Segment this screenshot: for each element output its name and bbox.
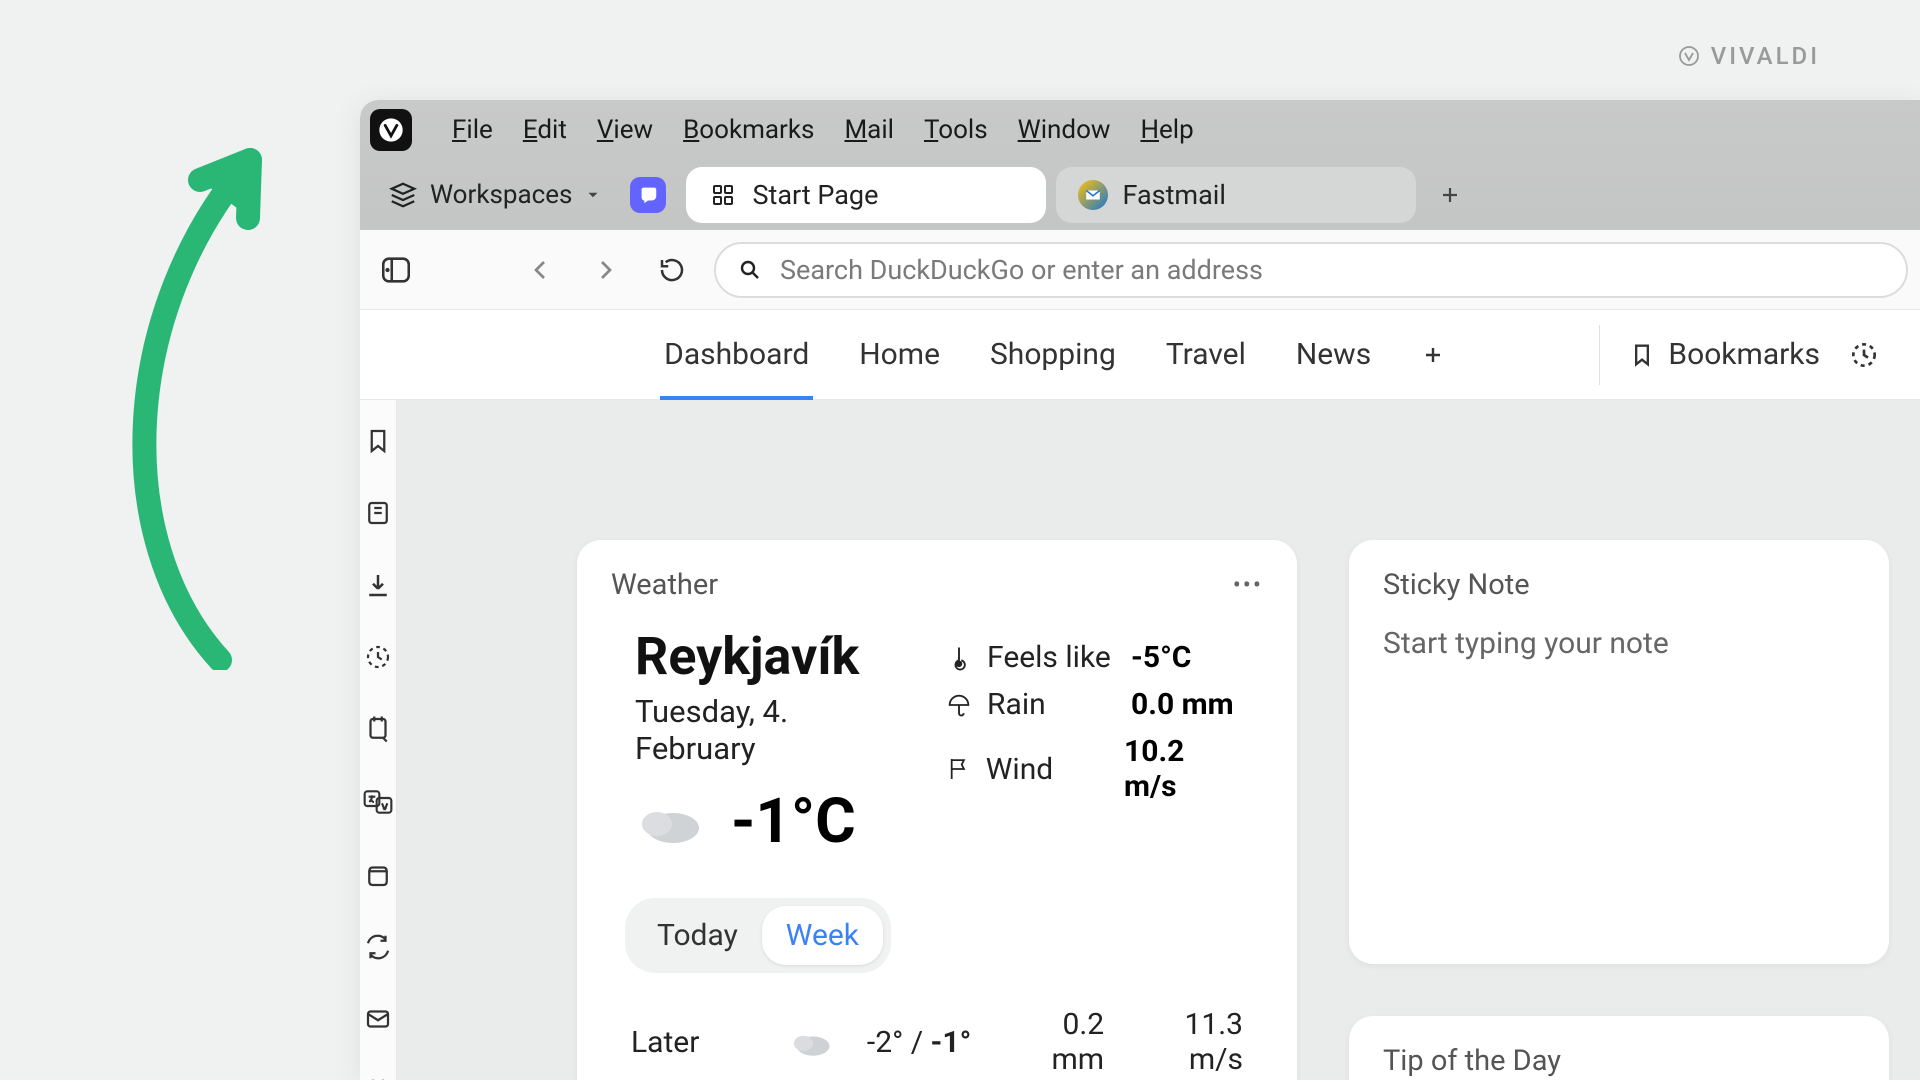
nav-forward-button[interactable] [582,246,630,294]
panel-notes-icon[interactable] [360,714,396,744]
startpage-nav: Dashboard Home Shopping Travel News Book… [360,310,1920,400]
bookmarks-label: Bookmarks [1668,337,1820,372]
menu-tools[interactable]: Tools [924,115,988,145]
address-search-field[interactable]: Search DuckDuckGo or enter an address [714,242,1908,298]
forecast-when: Later [631,1025,757,1060]
menu-bar: File Edit View Bookmarks Mail Tools Wind… [360,100,1920,160]
toggle-today[interactable]: Today [633,906,762,965]
rain-value: 0.0 mm [1131,687,1234,722]
vivaldi-brand: VIVALDI [1677,42,1820,70]
annotation-arrow [100,100,300,670]
new-tab-button[interactable] [1426,171,1474,219]
navtab-news[interactable]: News [1292,310,1375,400]
browser-window: File Edit View Bookmarks Mail Tools Wind… [360,100,1920,1080]
grid-icon [708,180,738,210]
address-bar-row: Search DuckDuckGo or enter an address [360,230,1920,310]
workspaces-button[interactable]: Workspaces [370,180,620,210]
vivaldi-icon[interactable] [370,109,412,151]
forecast-rain: 0.2 mm [1004,1007,1105,1077]
chrome-header: File Edit View Bookmarks Mail Tools Wind… [360,100,1920,230]
forecast-toggle: Today Week [625,898,891,973]
tab-label: Start Page [752,179,878,211]
weather-date: Tuesday, 4. February [635,693,905,767]
navtab-dashboard[interactable]: Dashboard [660,310,813,400]
weather-title: Weather [611,568,718,602]
navtab-add[interactable] [1417,310,1449,400]
panel-mail-icon[interactable] [360,1004,396,1034]
content-row: Weather ••• Reykjavík Tuesday, 4. Februa… [360,400,1920,1080]
wind-label: Wind [986,752,1110,787]
menu-edit[interactable]: Edit [523,115,567,145]
menu-file[interactable]: File [452,115,493,145]
panel-translate-icon[interactable] [360,786,396,818]
cloud-icon [635,798,705,846]
nav-back-button[interactable] [516,246,564,294]
dashboard-main: Weather ••• Reykjavík Tuesday, 4. Februa… [397,400,1920,1080]
weather-menu-icon[interactable]: ••• [1233,571,1263,599]
mastodon-icon [630,177,666,213]
fastmail-icon [1078,180,1108,210]
navtab-travel[interactable]: Travel [1162,310,1250,400]
tab-label: Fastmail [1122,179,1225,211]
bookmark-icon [1628,341,1656,369]
cloud-icon [787,1025,835,1059]
address-placeholder: Search DuckDuckGo or enter an address [780,254,1263,286]
umbrella-icon [945,691,973,719]
panel-history-icon[interactable] [360,642,396,672]
weather-city: Reykjavík [635,626,905,687]
pinned-mastodon[interactable] [630,177,676,213]
workspaces-label: Workspaces [430,180,572,210]
flag-icon [945,755,972,783]
thermometer-icon [945,644,973,672]
chevron-down-icon [584,186,602,204]
navtab-shopping[interactable]: Shopping [986,310,1120,400]
toggle-week[interactable]: Week [762,906,883,965]
side-panel [360,400,397,1080]
menu-help[interactable]: Help [1140,115,1193,145]
sticky-input[interactable]: Start typing your note [1383,626,1855,936]
tip-title: Tip of the Day [1383,1044,1561,1078]
sticky-title: Sticky Note [1383,568,1530,602]
menu-mail[interactable]: Mail [844,115,894,145]
search-icon [738,258,762,282]
panel-bookmarks-icon[interactable] [360,426,396,456]
bookmarks-bar-toggle[interactable]: Bookmarks [1599,325,1820,385]
menu-bookmarks[interactable]: Bookmarks [683,115,814,145]
history-shortcut[interactable] [1848,339,1880,371]
forecast-temps: -2° / -1° [865,1025,974,1060]
menu-view[interactable]: View [597,115,653,145]
brand-text: VIVALDI [1711,42,1820,70]
history-icon [1848,339,1880,371]
sticky-note-widget: Sticky Note Start typing your note [1349,540,1889,964]
feels-value: -5°C [1131,640,1191,675]
tab-fastmail[interactable]: Fastmail [1056,167,1416,223]
reload-button[interactable] [648,246,696,294]
panel-reading-icon[interactable] [360,498,396,528]
rain-label: Rain [987,687,1117,722]
forecast-wind: 11.3 m/s [1134,1007,1243,1077]
menu-window[interactable]: Window [1018,115,1111,145]
panel-downloads-icon[interactable] [360,570,396,600]
forecast-list: Later -2° / -1° 0.2 mm 11.3 m/s Tomorrow… [611,993,1263,1080]
weather-widget: Weather ••• Reykjavík Tuesday, 4. Februa… [577,540,1297,1080]
tab-start-page[interactable]: Start Page [686,167,1046,223]
weather-temp: -1°C [731,785,856,858]
tip-widget: Tip of the Day [1349,1016,1889,1080]
panel-sync-icon[interactable] [360,932,396,962]
wind-value: 10.2 m/s [1124,734,1239,804]
forecast-row: Later -2° / -1° 0.2 mm 11.3 m/s [631,993,1243,1080]
navtab-home[interactable]: Home [855,310,944,400]
feels-label: Feels like [987,640,1117,675]
tab-strip: Workspaces Start Page Fastmail [360,160,1920,230]
panel-window-icon[interactable] [360,860,396,890]
panel-toggle-button[interactable] [372,246,420,294]
panel-calendar-icon[interactable] [360,1076,396,1080]
